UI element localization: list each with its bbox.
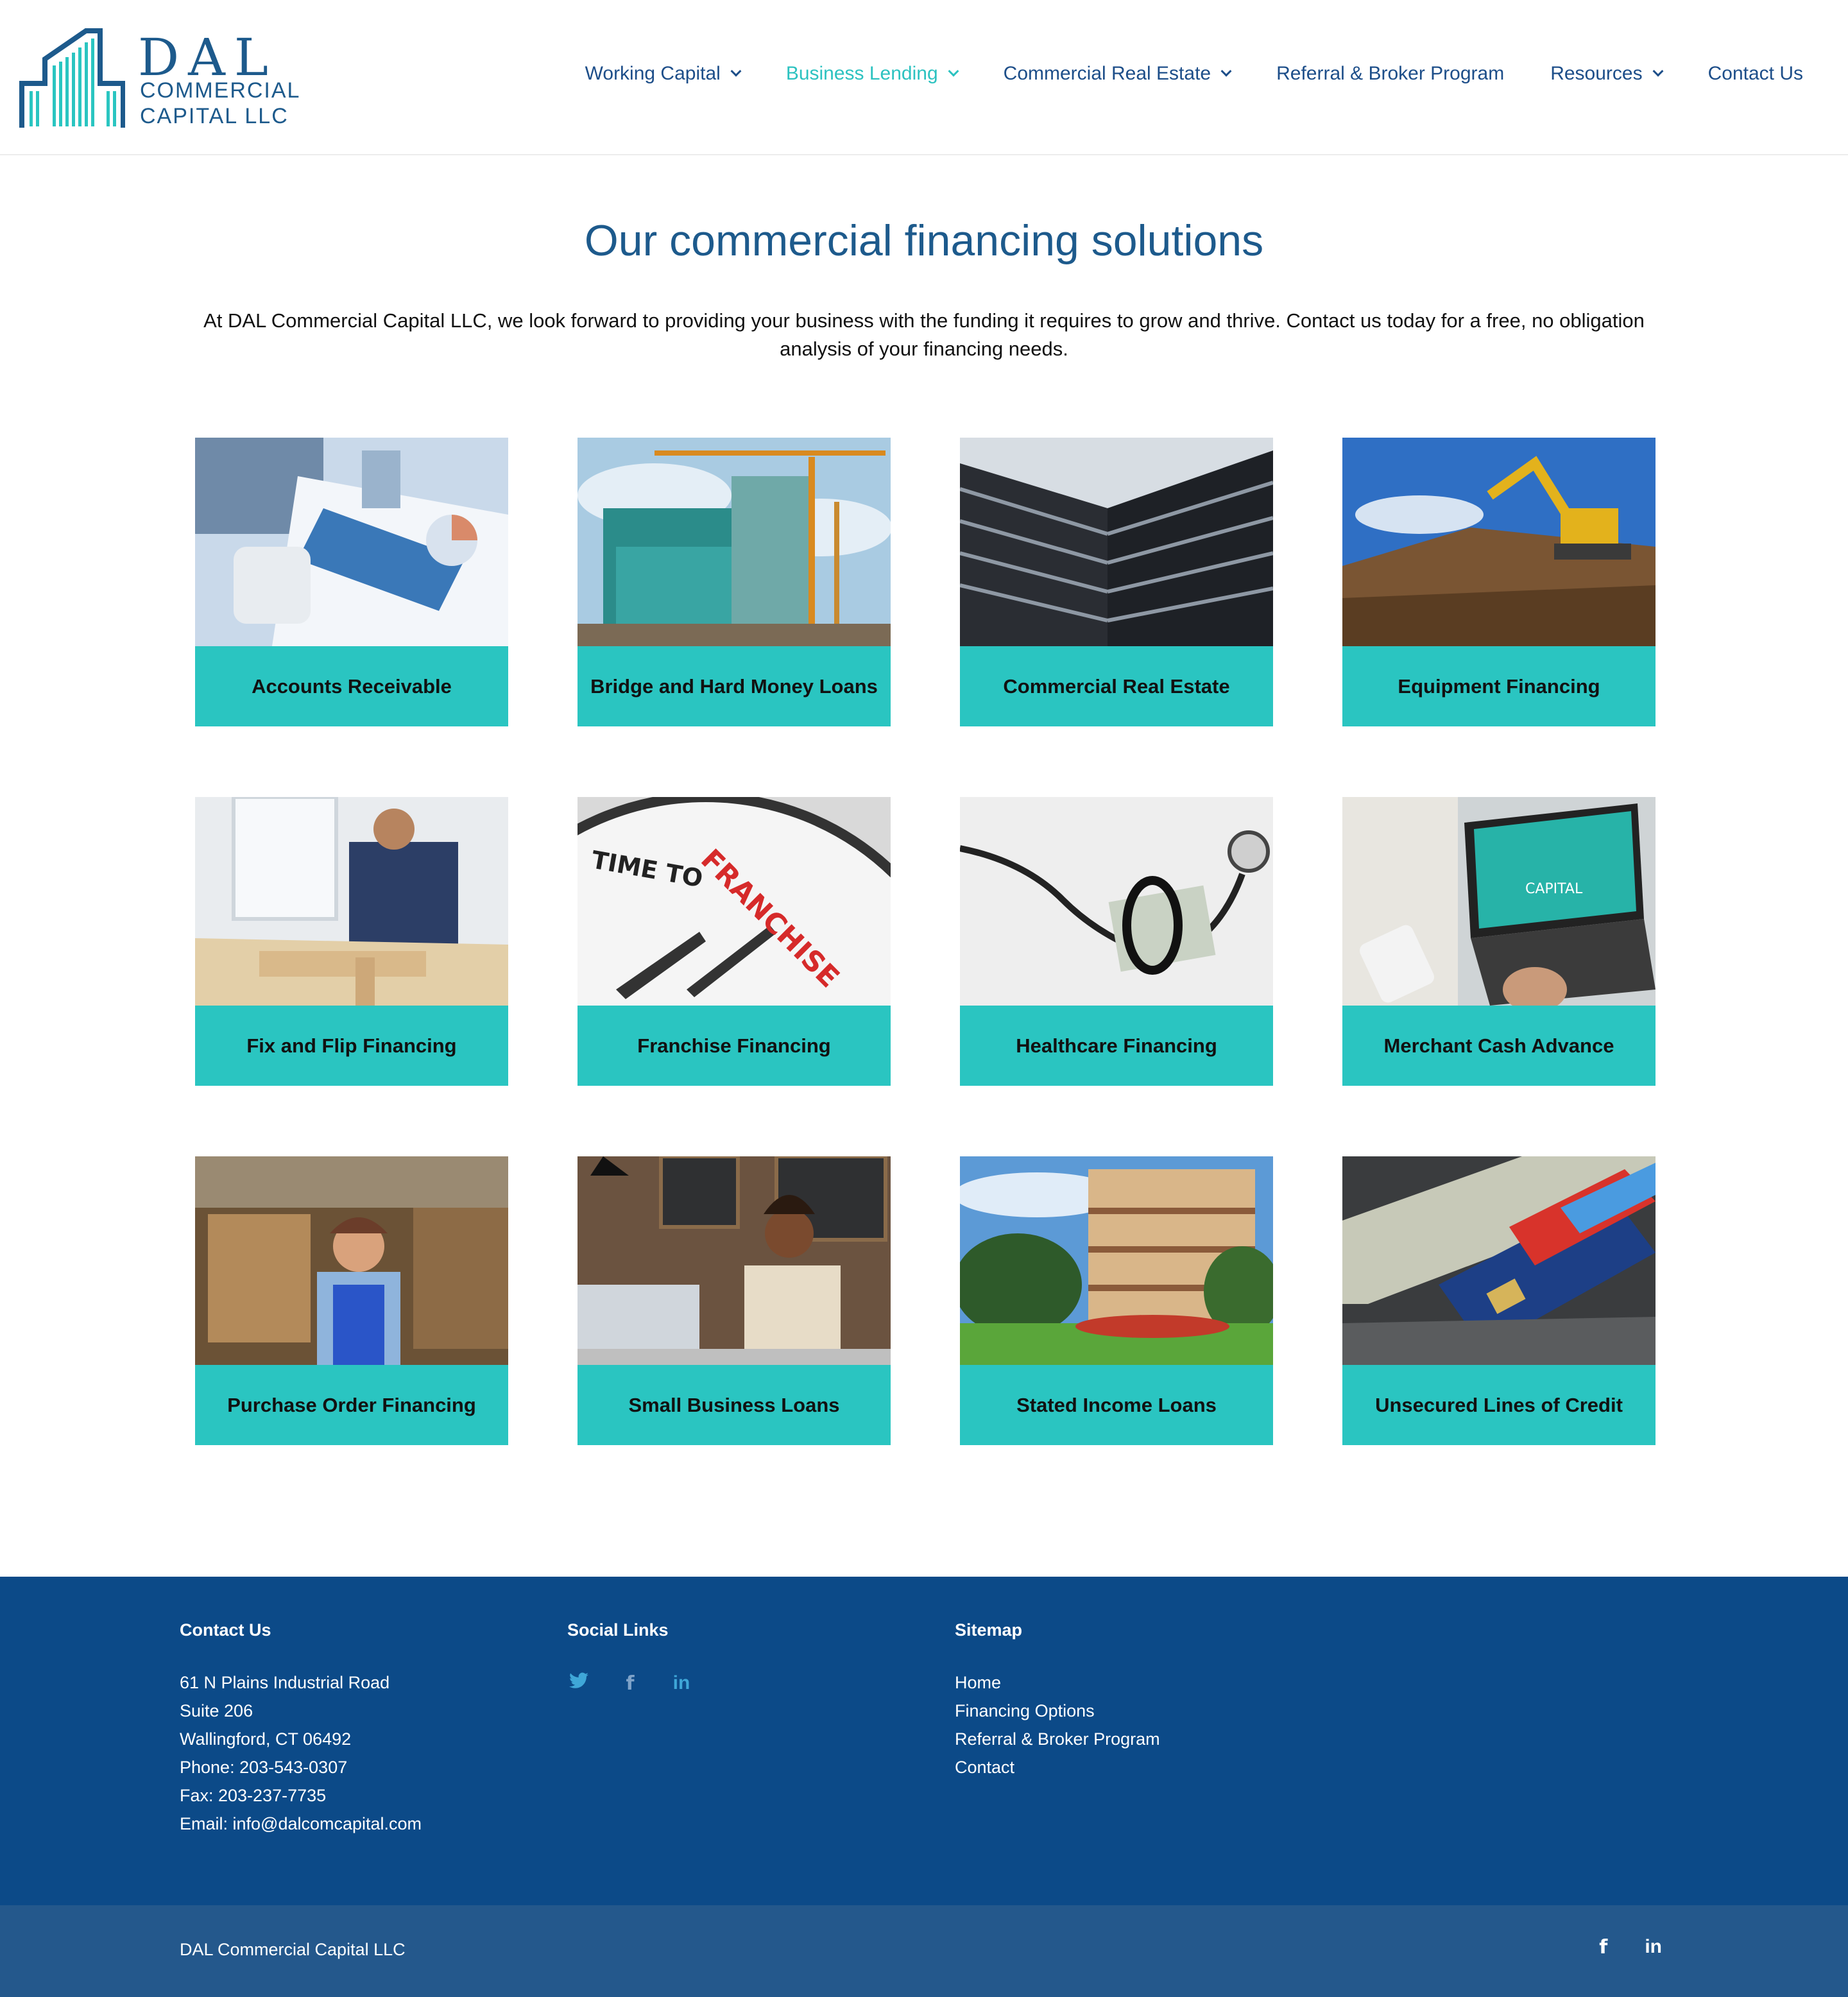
copyright-text: DAL Commercial Capital LLC: [180, 1940, 406, 1959]
sitemap-link-referral-broker[interactable]: Referral & Broker Program: [955, 1725, 1160, 1753]
logo[interactable]: DAL COMMERCIAL CAPITAL LLC: [19, 28, 299, 131]
solution-label: Small Business Loans: [578, 1365, 891, 1445]
solution-card-fix-and-flip[interactable]: Fix and Flip Financing: [195, 797, 508, 1086]
page-title: Our commercial financing solutions: [584, 216, 1264, 265]
phone[interactable]: Phone: 203-543-0307: [180, 1753, 422, 1781]
solution-card-bridge-loans[interactable]: Bridge and Hard Money Loans: [578, 438, 891, 726]
bottom-bar: DAL Commercial Capital LLC f in: [0, 1905, 1848, 1997]
solution-card-commercial-real-estate[interactable]: Commercial Real Estate: [960, 438, 1273, 726]
logo-subline-1: COMMERCIAL: [140, 78, 301, 103]
address-line-2: Suite 206: [180, 1701, 253, 1720]
cafe-owner-photo: [578, 1156, 891, 1365]
solution-label: Fix and Flip Financing: [195, 1006, 508, 1086]
intro-text: At DAL Commercial Capital LLC, we look f…: [203, 309, 1645, 360]
address-line-1: 61 N Plains Industrial Road: [180, 1673, 390, 1692]
sitemap-link-home[interactable]: Home: [955, 1668, 1160, 1697]
nav-item-resources[interactable]: Resources: [1550, 63, 1664, 85]
footer-social-heading: Social Links: [567, 1620, 669, 1640]
solution-card-small-business-loans[interactable]: Small Business Loans: [578, 1156, 891, 1445]
main-nav: Working Capital Business Lending Commerc…: [539, 63, 1803, 85]
nav-label: Business Lending: [785, 63, 938, 84]
solution-label: Franchise Financing: [578, 1006, 891, 1086]
credit-cards-photo: [1342, 1156, 1656, 1365]
carpenter-photo: [195, 797, 508, 1006]
facebook-icon[interactable]: f: [1599, 1936, 1607, 1958]
nav-label: Contact Us: [1707, 63, 1803, 84]
address-line-3: Wallingford, CT 06492: [180, 1729, 352, 1749]
nav-item-working-capital[interactable]: Working Capital: [585, 63, 742, 85]
nav-item-business-lending[interactable]: Business Lending: [785, 63, 959, 85]
solution-label: Unsecured Lines of Credit: [1342, 1365, 1656, 1445]
email[interactable]: Email: info@dalcomcapital.com: [180, 1810, 422, 1838]
nav-label: Resources: [1550, 63, 1643, 84]
site-header: DAL COMMERCIAL CAPITAL LLC Working Capit…: [0, 0, 1848, 155]
footer: Contact Us 61 N Plains Industrial Road S…: [0, 1577, 1848, 1905]
solution-card-stated-income[interactable]: Stated Income Loans: [960, 1156, 1273, 1445]
svg-text:CAPITAL: CAPITAL: [1525, 881, 1583, 897]
office-tower-photo: [960, 438, 1273, 646]
solution-card-franchise-financing[interactable]: TIME TO FRANCHISE Franchise Financing: [578, 797, 891, 1086]
nav-item-commercial-real-estate[interactable]: Commercial Real Estate: [1003, 63, 1232, 85]
nav-item-contact-us[interactable]: Contact Us: [1708, 63, 1803, 85]
solution-label: Stated Income Loans: [960, 1365, 1273, 1445]
stethoscope-money-photo: [960, 797, 1273, 1006]
linkedin-icon[interactable]: in: [1645, 1936, 1662, 1958]
apartment-building-photo: [960, 1156, 1273, 1365]
solution-card-unsecured-credit[interactable]: Unsecured Lines of Credit: [1342, 1156, 1656, 1445]
nav-label: Commercial Real Estate: [1003, 63, 1211, 84]
chevron-down-icon: [1220, 65, 1232, 77]
sitemap-link-financing-options[interactable]: Financing Options: [955, 1697, 1160, 1725]
construction-cranes-photo: [578, 438, 891, 646]
nav-item-referral-broker[interactable]: Referral & Broker Program: [1276, 63, 1504, 85]
solution-label: Commercial Real Estate: [960, 646, 1273, 726]
footer-sitemap: Sitemap Home Financing Options Referral …: [955, 1620, 1160, 1781]
solution-card-accounts-receivable[interactable]: Accounts Receivable: [195, 438, 508, 726]
bottom-social-links: f in: [1599, 1936, 1662, 1958]
footer-contact: Contact Us 61 N Plains Industrial Road S…: [180, 1620, 422, 1838]
solution-label: Purchase Order Financing: [195, 1365, 508, 1445]
nav-label: Working Capital: [585, 63, 721, 84]
logo-name: DAL: [138, 28, 278, 87]
nav-label: Referral & Broker Program: [1276, 63, 1505, 84]
solution-label: Bridge and Hard Money Loans: [578, 646, 891, 726]
chevron-down-icon: [948, 65, 959, 77]
social-links: f in: [567, 1672, 693, 1695]
warehouse-worker-photo: [195, 1156, 508, 1365]
solution-card-merchant-cash-advance[interactable]: CAPITAL Merchant Cash Advance: [1342, 797, 1656, 1086]
footer-contact-heading: Contact Us: [180, 1620, 271, 1640]
logo-subline-2: CAPITAL LLC: [140, 104, 289, 128]
twitter-icon[interactable]: [567, 1672, 590, 1695]
linkedin-icon[interactable]: in: [670, 1672, 693, 1695]
solution-label: Healthcare Financing: [960, 1006, 1273, 1086]
solution-card-purchase-order[interactable]: Purchase Order Financing: [195, 1156, 508, 1445]
excavator-photo: [1342, 438, 1656, 646]
footer-social: Social Links f in: [567, 1620, 693, 1695]
accounting-photo: [195, 438, 508, 646]
sitemap-link-contact[interactable]: Contact: [955, 1753, 1160, 1781]
solution-card-healthcare-financing[interactable]: Healthcare Financing: [960, 797, 1273, 1086]
footer-sitemap-heading: Sitemap: [955, 1620, 1023, 1640]
solution-label: Equipment Financing: [1342, 646, 1656, 726]
franchise-clock-photo: TIME TO FRANCHISE: [578, 797, 891, 1006]
logo-building-icon: [19, 28, 125, 128]
fax: Fax: 203-237-7735: [180, 1786, 327, 1805]
solution-card-equipment-financing[interactable]: Equipment Financing: [1342, 438, 1656, 726]
solution-label: Merchant Cash Advance: [1342, 1006, 1656, 1086]
chevron-down-icon: [730, 65, 742, 77]
facebook-icon[interactable]: f: [619, 1672, 642, 1695]
laptop-capital-photo: CAPITAL: [1342, 797, 1656, 1006]
chevron-down-icon: [1652, 65, 1664, 77]
solution-label: Accounts Receivable: [195, 646, 508, 726]
